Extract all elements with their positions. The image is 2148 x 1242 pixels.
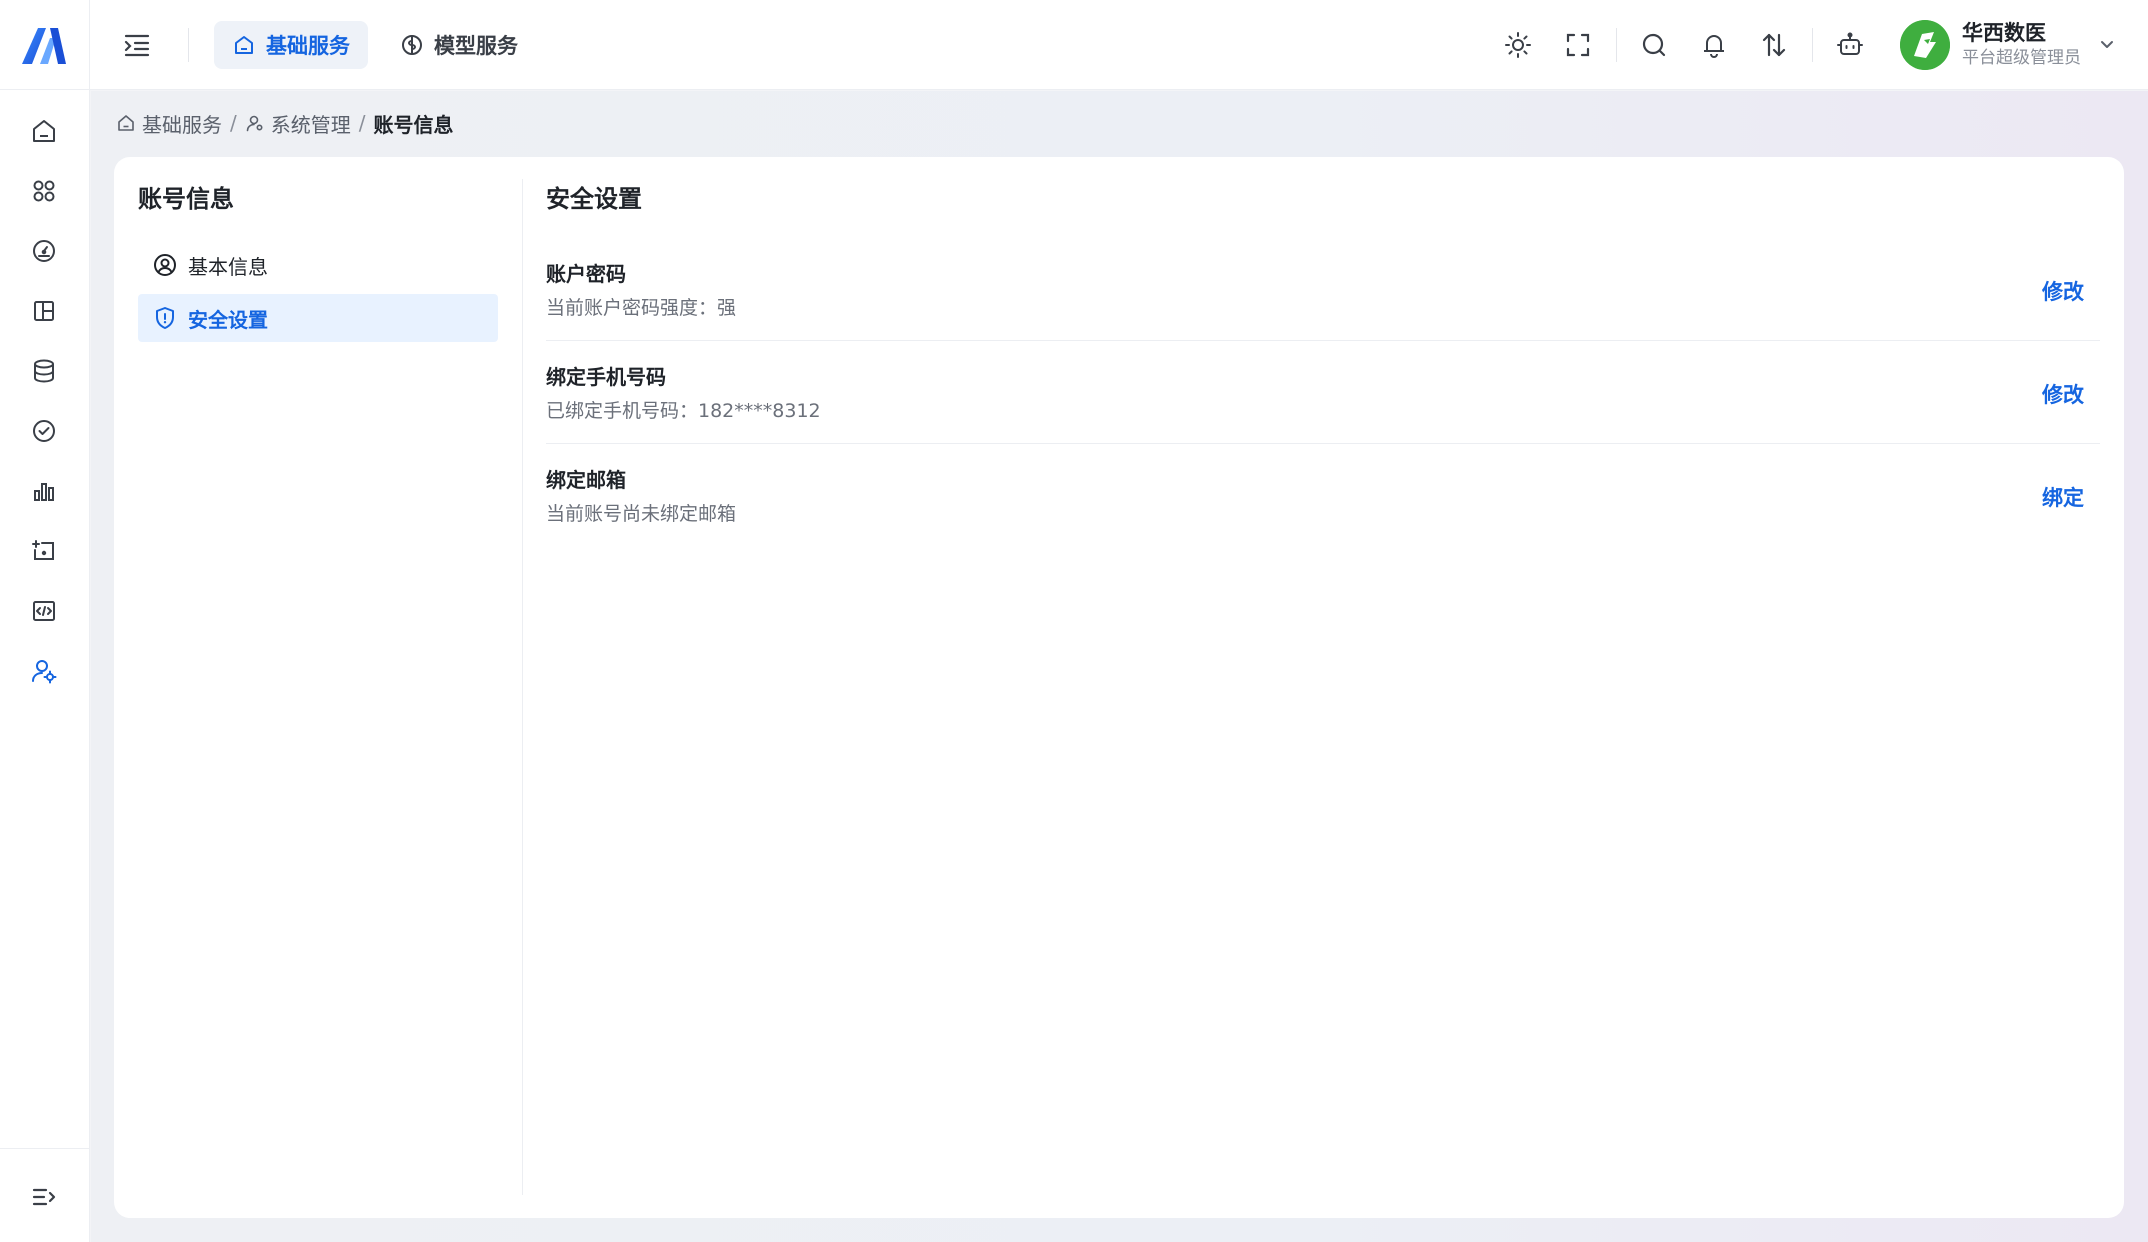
divider <box>1812 28 1813 62</box>
shield-icon <box>156 307 174 329</box>
user-menu[interactable]: 华西数医 平台超级管理员 <box>1900 18 2117 72</box>
account-menu-panel: 账号信息 基本信息 安全设置 <box>114 157 522 1218</box>
section-title: 安全设置 <box>546 185 642 213</box>
breadcrumb-separator: / <box>230 111 237 135</box>
home-icon <box>116 113 136 133</box>
security-settings-panel: 安全设置 账户密码 当前账户密码强度：强 修改 绑定手机号码 已绑定手机号码：1… <box>546 157 2100 1218</box>
fullscreen-icon[interactable] <box>1564 31 1592 59</box>
apps-icon <box>33 180 55 202</box>
row-label: 绑定邮箱 <box>546 468 626 492</box>
breadcrumb-separator: / <box>358 111 366 135</box>
sidebar <box>0 90 90 1242</box>
user-role: 平台超级管理员 <box>1962 48 2081 68</box>
breadcrumb: 基础服务 / 系统管理 / 账号信息 <box>116 108 454 138</box>
tab-basic-services[interactable]: 基础服务 <box>214 21 368 69</box>
divider <box>188 28 189 62</box>
row-description: 当前账号尚未绑定邮箱 <box>546 503 737 525</box>
home-icon <box>33 120 55 142</box>
code-icon <box>33 601 55 621</box>
tab-label: 模型服务 <box>434 34 518 58</box>
breadcrumb-item-system-management[interactable]: 系统管理 <box>245 109 351 138</box>
check-circle-icon <box>33 420 55 442</box>
sidebar-item-code[interactable] <box>27 594 61 628</box>
robot-icon[interactable] <box>1836 31 1864 59</box>
row-description: 已绑定手机号码：182****8312 <box>546 400 821 422</box>
dashboard-icon <box>33 240 55 262</box>
avatar <box>1900 20 1950 70</box>
sidebar-expand-button[interactable] <box>27 1180 61 1214</box>
expand-icon <box>32 1188 56 1206</box>
layout-icon <box>34 301 54 321</box>
sidebar-item-layout[interactable] <box>27 294 61 328</box>
top-bar: 基础服务 模型服务 华西数医 平台超级管理员 <box>0 0 2148 90</box>
breadcrumb-item-basic-services[interactable]: 基础服务 <box>116 109 222 138</box>
user-settings-icon <box>32 660 57 684</box>
sidebar-item-user-settings[interactable] <box>27 654 61 688</box>
tab-label: 基础服务 <box>266 34 350 58</box>
sidebar-item-database[interactable] <box>27 354 61 388</box>
logo-divider <box>89 0 90 90</box>
breadcrumb-current: 账号信息 <box>373 112 454 137</box>
sidebar-item-tasks[interactable] <box>27 414 61 448</box>
sidebar-item-dashboard[interactable] <box>27 234 61 268</box>
sun-icon[interactable] <box>1504 31 1532 59</box>
menu-item-security[interactable]: 安全设置 <box>138 294 498 342</box>
breadcrumb-label: 基础服务 <box>142 112 222 137</box>
ticket-icon <box>32 540 54 560</box>
bell-icon[interactable] <box>1700 31 1728 59</box>
divider <box>1616 28 1617 62</box>
security-row-email: 绑定邮箱 当前账号尚未绑定邮箱 绑定 <box>546 444 2100 547</box>
tab-model-services[interactable]: 模型服务 <box>382 21 536 69</box>
sidebar-item-home[interactable] <box>27 114 61 148</box>
account-card: 账号信息 基本信息 安全设置 安全设置 账户密码 当前账户密码强度：强 修改 绑… <box>114 157 2124 1218</box>
breadcrumb-label: 系统管理 <box>270 112 351 137</box>
brain-icon <box>400 33 424 57</box>
user-name: 华西数医 <box>1962 21 2046 45</box>
user-settings-icon <box>245 113 265 133</box>
menu-item-basic-info[interactable]: 基本信息 <box>138 241 498 289</box>
bind-email-button[interactable]: 绑定 <box>2042 482 2084 512</box>
app-logo-icon[interactable] <box>20 24 68 66</box>
user-circle-icon <box>154 254 176 276</box>
row-description: 当前账户密码强度：强 <box>546 297 737 319</box>
panel-divider <box>522 179 523 1195</box>
security-row-phone: 绑定手机号码 已绑定手机号码：182****8312 修改 <box>546 341 2100 444</box>
divider <box>0 1148 90 1149</box>
panel-title: 账号信息 <box>138 185 234 213</box>
security-row-password: 账户密码 当前账户密码强度：强 修改 <box>546 238 2100 341</box>
sort-arrows-icon[interactable] <box>1760 31 1788 59</box>
row-label: 账户密码 <box>546 262 626 286</box>
search-icon[interactable] <box>1640 31 1668 59</box>
menu-item-label: 安全设置 <box>188 307 268 332</box>
sidebar-item-statistics[interactable] <box>27 474 61 508</box>
row-label: 绑定手机号码 <box>546 365 666 389</box>
chevron-down-icon[interactable] <box>2097 35 2117 55</box>
bar-chart-icon <box>34 483 54 501</box>
home-icon <box>232 33 256 57</box>
modify-phone-button[interactable]: 修改 <box>2042 379 2084 409</box>
modify-password-button[interactable]: 修改 <box>2042 276 2084 306</box>
database-icon <box>34 359 54 383</box>
menu-collapse-icon[interactable] <box>122 31 154 59</box>
sidebar-item-apps[interactable] <box>27 174 61 208</box>
sidebar-item-tickets[interactable] <box>27 534 61 568</box>
menu-item-label: 基本信息 <box>188 254 268 279</box>
